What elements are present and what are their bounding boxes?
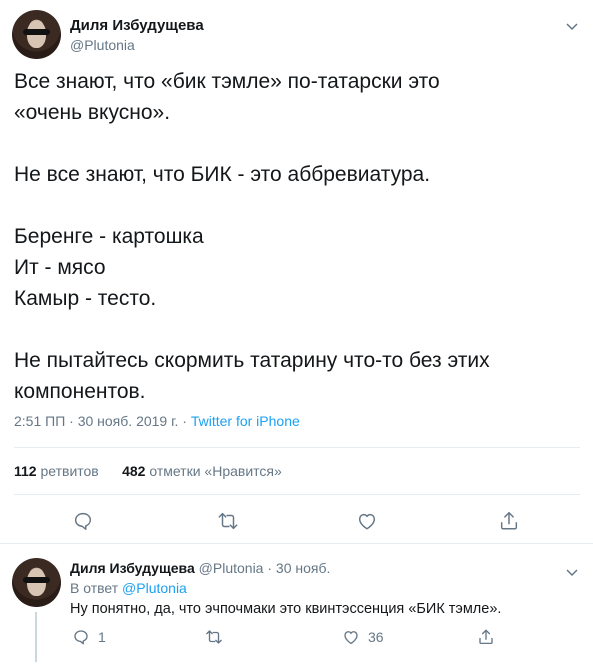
tweet-line: «очень вкусно».	[14, 101, 171, 124]
likes-count: 482	[122, 463, 146, 479]
reply-date[interactable]: · 30 нояб.	[267, 560, 330, 576]
share-icon	[479, 629, 493, 645]
like-icon[interactable]	[356, 510, 378, 532]
share-icon[interactable]	[498, 510, 520, 532]
tweet-line: Все знают, что «бик тэмле» по-татарски э…	[14, 70, 440, 93]
replying-to: В ответ @Plutonia	[70, 580, 187, 596]
likes-label: отметки «Нравится»	[149, 463, 282, 479]
reply-author-name[interactable]: Диля Избудущева	[70, 560, 195, 576]
retweet-action[interactable]	[205, 628, 231, 646]
chevron-down-icon[interactable]	[566, 18, 578, 31]
share-action[interactable]	[477, 628, 495, 646]
thread-line	[35, 612, 37, 662]
author-name[interactable]: Диля Избудущева	[70, 17, 204, 34]
likes-stat[interactable]: 482 отметки «Нравится»	[122, 463, 282, 479]
avatar-glasses	[22, 28, 51, 36]
avatar-glasses	[22, 576, 51, 584]
replying-to-handle[interactable]: @Plutonia	[122, 580, 187, 596]
tweet-separator	[0, 543, 593, 552]
source-link[interactable]: Twitter for iPhone	[191, 413, 300, 429]
reply-avatar[interactable]	[12, 558, 61, 607]
retweets-count: 112	[14, 463, 37, 479]
like-count: 36	[368, 629, 384, 645]
like-action[interactable]: 36	[342, 628, 384, 646]
chevron-down-icon[interactable]	[566, 564, 578, 577]
tweet-line-blank	[14, 128, 574, 159]
tweet-stats: 112 ретвитов 482 отметки «Нравится»	[14, 463, 282, 479]
tweet-line-blank	[14, 314, 574, 345]
retweet-icon[interactable]	[217, 510, 239, 532]
tweet-line: Ит - мясо	[14, 256, 106, 279]
tweet-line: Не все знают, что БИК - это аббревиатура…	[14, 163, 431, 186]
reply-text: Ну понятно, да, что эчпочмаки это квинтэ…	[70, 601, 502, 617]
reply-header: Диля Избудущева @Plutonia · 30 нояб.	[70, 560, 330, 576]
retweet-icon	[206, 630, 222, 644]
tweet-line: компонентов.	[14, 380, 146, 403]
timestamp[interactable]: 2:51 ПП · 30 нояб. 2019 г. ·	[14, 413, 191, 429]
reply-icon[interactable]	[72, 510, 94, 532]
tweet-meta: 2:51 ПП · 30 нояб. 2019 г. · Twitter for…	[14, 413, 300, 429]
avatar[interactable]	[12, 10, 61, 59]
reply-author-handle[interactable]: @Plutonia	[199, 560, 264, 576]
reply-icon	[74, 630, 88, 645]
tweet-line: Не пытайтесь скормить татарину что-то бе…	[14, 349, 490, 372]
reply-count: 1	[98, 629, 106, 645]
tweet-line: Камыр - тесто.	[14, 287, 157, 310]
replying-to-label: В ответ	[70, 580, 119, 596]
tweet-text: Все знают, что «бик тэмле» по-татарски э…	[14, 66, 574, 407]
divider	[14, 447, 580, 448]
tweet-line-blank	[14, 190, 574, 221]
reply-action[interactable]: 1	[72, 628, 106, 646]
like-icon	[344, 631, 358, 645]
retweets-stat[interactable]: 112 ретвитов	[14, 463, 99, 479]
author-handle[interactable]: @Plutonia	[70, 37, 135, 53]
retweets-label: ретвитов	[40, 463, 99, 479]
divider	[14, 494, 580, 495]
tweet-line: Беренге - картошка	[14, 225, 204, 248]
